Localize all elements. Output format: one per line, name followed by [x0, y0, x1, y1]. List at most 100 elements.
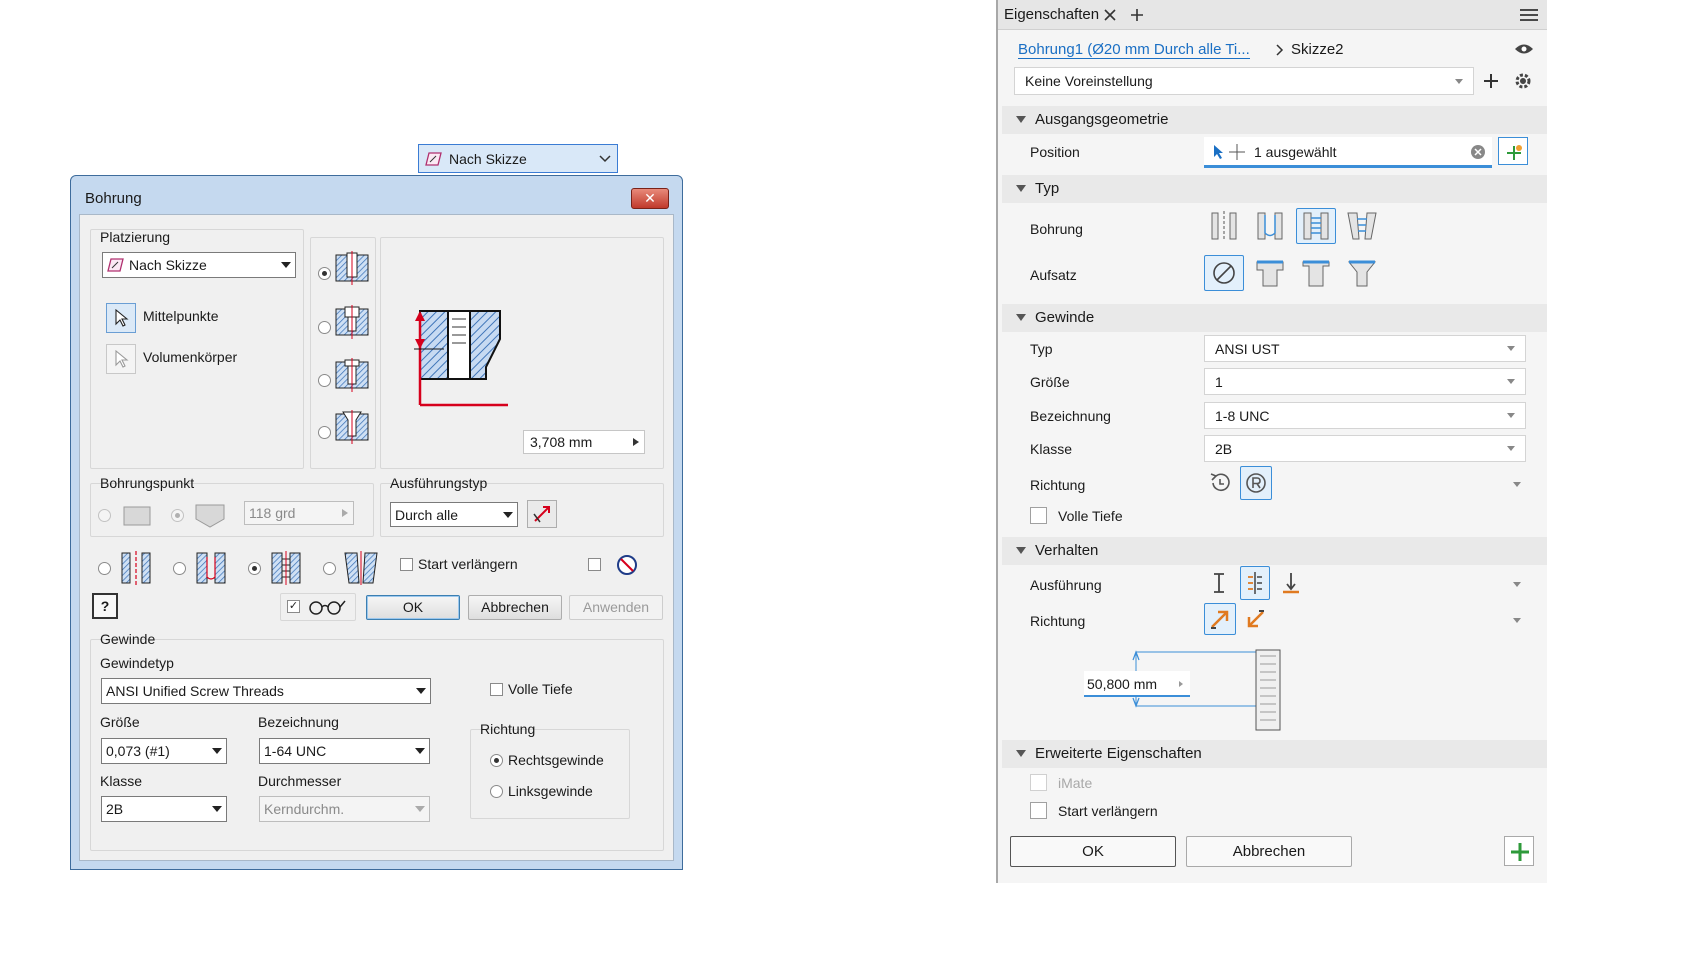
mittelpunkte-button[interactable] — [106, 303, 136, 333]
hole-type-taper-radio[interactable] — [323, 562, 336, 575]
clear-icon[interactable] — [1470, 144, 1486, 160]
plus-icon[interactable] — [1483, 73, 1499, 89]
seat-none[interactable] — [1204, 255, 1244, 291]
depth-field[interactable]: 50,800 mm — [1084, 671, 1190, 697]
groesse-combo[interactable]: 0,073 (#1) — [101, 738, 227, 764]
breadcrumb-link[interactable]: Bohrung1 (Ø20 mm Durch alle Ti... — [1018, 41, 1250, 59]
termination-through-all[interactable] — [1240, 566, 1270, 600]
hamburger-menu-icon[interactable] — [1520, 8, 1538, 22]
thread-type-combo[interactable]: ANSI UST — [1204, 335, 1526, 362]
add-point-button[interactable] — [1498, 137, 1528, 165]
termination-radio-1[interactable] — [318, 267, 331, 280]
hole-termination-icon — [335, 358, 369, 392]
mittelpunkte-label: Mittelpunkte — [143, 308, 219, 324]
placement-combo[interactable]: Nach Skizze — [102, 252, 296, 278]
cancel-button[interactable]: Abbrechen — [468, 595, 562, 620]
hole-type-clearance[interactable] — [1250, 208, 1290, 244]
hole-type-taper[interactable] — [1342, 208, 1382, 244]
apply-button[interactable]: Anwenden — [569, 595, 663, 620]
section-gewinde[interactable]: Gewinde — [1002, 304, 1547, 332]
help-button[interactable]: ? — [92, 593, 118, 619]
left-hand-icon — [1210, 473, 1230, 492]
hole-type-tapped[interactable] — [1296, 208, 1336, 244]
termination-radio-3[interactable] — [318, 374, 331, 387]
crosshair-icon — [1229, 144, 1245, 160]
apply-plus-button[interactable] — [1504, 836, 1534, 866]
seat-counterbore[interactable] — [1250, 255, 1290, 291]
preview-checkbox[interactable]: ✓ — [287, 600, 300, 613]
close-button[interactable]: ✕ — [631, 188, 669, 209]
thread-designation-combo[interactable]: 1-8 UNC — [1204, 402, 1526, 429]
taper-tapped-hole-icon — [1347, 212, 1377, 240]
bezeichnung-combo[interactable]: 1-64 UNC — [259, 738, 430, 764]
hole-type-simple[interactable] — [1204, 208, 1244, 244]
section-typ[interactable]: Typ — [1002, 175, 1547, 203]
start-verlaengern-checkbox[interactable] — [1030, 802, 1047, 819]
ausfuehrungstyp-combo[interactable]: Durch alle — [390, 502, 518, 527]
cursor-arrow-icon — [1214, 145, 1223, 159]
durchmesser-label: Durchmesser — [258, 773, 342, 789]
volle-tiefe-checkbox[interactable] — [490, 683, 503, 696]
imate-checkbox[interactable] — [1030, 774, 1047, 791]
collapse-triangle-icon — [1016, 185, 1026, 192]
preview-dimension-field[interactable]: 3,708 mm — [523, 430, 645, 454]
chevron-down-icon[interactable] — [1513, 618, 1521, 623]
direction-default-button[interactable] — [1204, 603, 1236, 635]
volumenkoerper-button[interactable] — [106, 344, 136, 374]
thread-class-combo[interactable]: 2B — [1204, 435, 1526, 462]
chevron-down-icon — [415, 806, 425, 812]
termination-radio-4[interactable] — [318, 426, 331, 439]
cursor-arrow-icon — [115, 350, 129, 368]
cancel-button[interactable]: Abbrechen — [1186, 836, 1352, 867]
gewindetyp-combo[interactable]: ANSI Unified Screw Threads — [101, 678, 431, 704]
rechtsgewinde-radio[interactable] — [490, 754, 503, 767]
seat-spotface[interactable] — [1296, 255, 1336, 291]
start-verlaengern-checkbox[interactable] — [400, 558, 413, 571]
gewinde-label: Gewinde — [100, 631, 156, 647]
volle-tiefe-checkbox[interactable] — [1030, 507, 1047, 524]
placement-float-combo[interactable]: Nach Skizze — [418, 144, 618, 173]
richtung-label: Richtung — [480, 721, 536, 737]
add-point-icon — [1507, 145, 1522, 160]
close-icon[interactable] — [1104, 9, 1116, 21]
drill-angle-field[interactable]: 118 grd — [244, 501, 354, 525]
ok-button[interactable]: OK — [1010, 836, 1176, 867]
gear-icon[interactable] — [1514, 72, 1532, 90]
section-erweitert[interactable]: Erweiterte Eigenschaften — [1002, 740, 1547, 768]
section-verhalten[interactable]: Verhalten — [1002, 537, 1547, 565]
termination-distance[interactable] — [1204, 566, 1234, 600]
seat-countersink[interactable] — [1342, 255, 1382, 291]
left-hand-thread-button[interactable] — [1204, 466, 1236, 500]
hole-type-tapped-radio[interactable] — [248, 562, 261, 575]
hole-type-clearance-radio[interactable] — [173, 562, 186, 575]
position-selector[interactable]: 1 ausgewählt — [1204, 137, 1492, 168]
ok-button[interactable]: OK — [366, 595, 460, 620]
durchmesser-combo[interactable]: Kerndurchm. — [259, 796, 430, 822]
section-typ-label: Typ — [1035, 180, 1060, 197]
position-value: 1 ausgewählt — [1254, 144, 1337, 160]
extra-option-checkbox[interactable] — [588, 558, 601, 571]
tab-eigenschaften[interactable]: Eigenschaften — [1004, 6, 1099, 23]
chevron-down-icon[interactable] — [1513, 582, 1521, 587]
spotface-icon — [1302, 260, 1330, 287]
plus-icon[interactable] — [1130, 8, 1144, 22]
section-ausgangsgeometrie[interactable]: Ausgangsgeometrie — [1002, 106, 1547, 134]
thread-size-combo[interactable]: 1 — [1204, 368, 1526, 395]
termination-radio-2[interactable] — [318, 321, 331, 334]
sketch-icon — [425, 151, 442, 166]
chevron-down-icon — [281, 262, 291, 268]
drill-point-angle-radio[interactable] — [171, 509, 184, 522]
right-hand-thread-button[interactable] — [1240, 466, 1272, 500]
klasse-combo[interactable]: 2B — [101, 796, 227, 822]
preset-combo[interactable]: Keine Voreinstellung — [1014, 67, 1474, 95]
chevron-down-icon[interactable] — [1513, 482, 1521, 487]
typ-label: Typ — [1030, 341, 1053, 357]
direction-flip-button[interactable] — [1240, 603, 1272, 635]
drill-point-flat-radio[interactable] — [98, 509, 111, 522]
eye-icon[interactable] — [1514, 42, 1534, 56]
dialog-body: Platzierung Nach Skizze Mittelpunkte Vol… — [79, 214, 674, 861]
termination-to[interactable] — [1276, 566, 1306, 600]
flip-direction-button[interactable] — [527, 500, 557, 528]
linksgewinde-radio[interactable] — [490, 785, 503, 798]
hole-type-simple-radio[interactable] — [98, 562, 111, 575]
